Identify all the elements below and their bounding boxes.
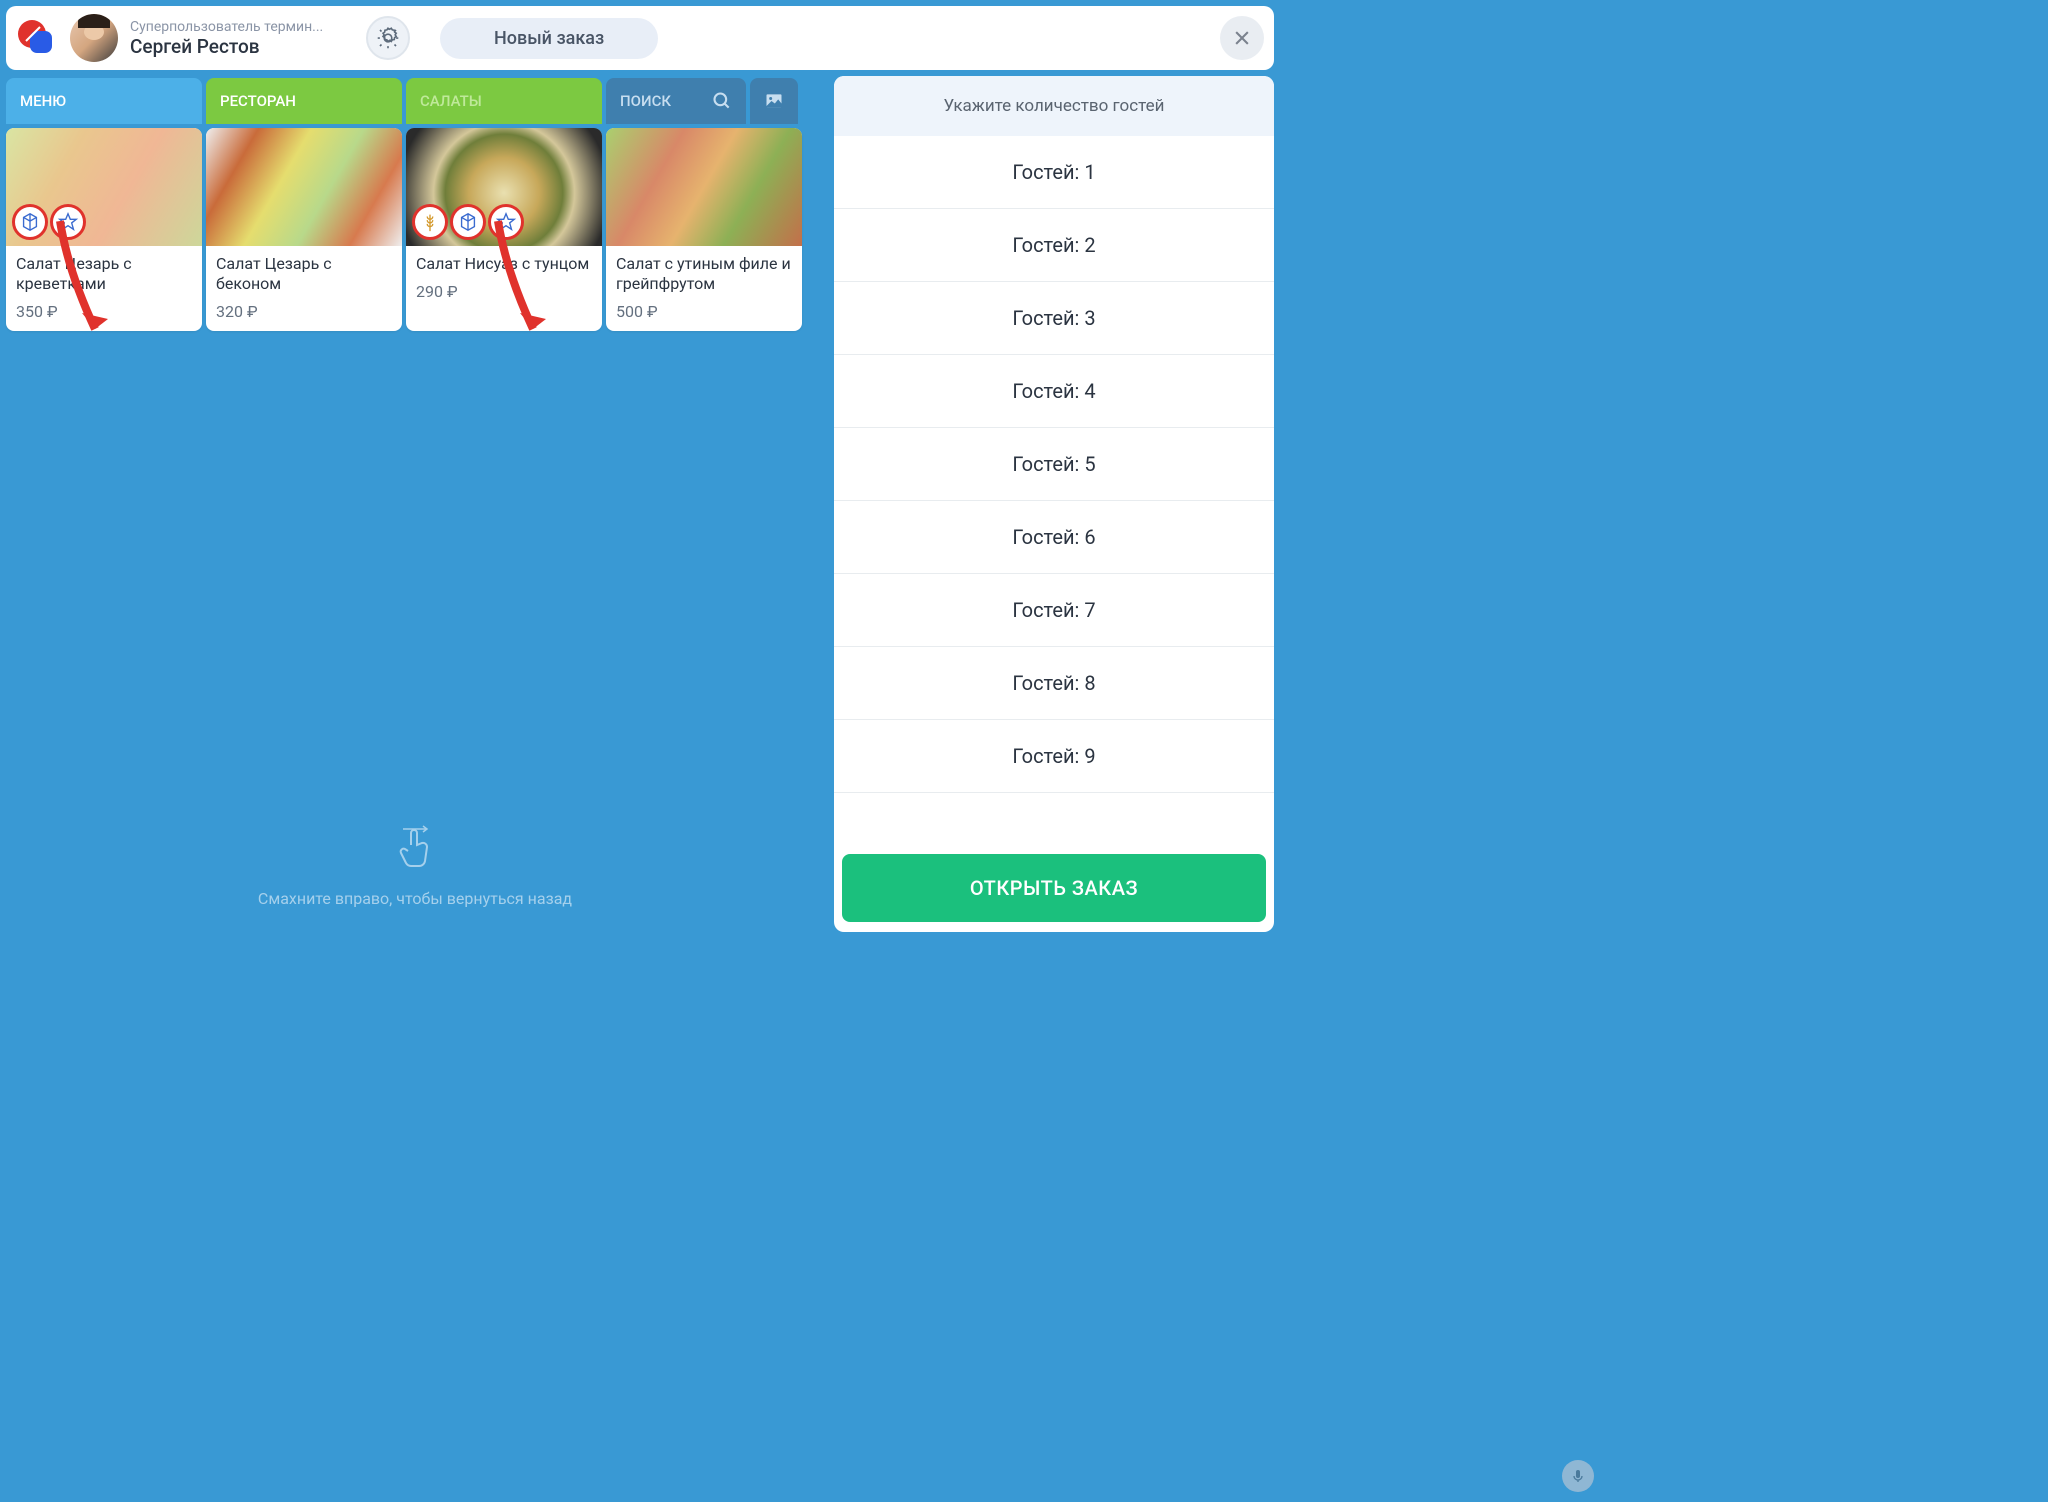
menu-item-price: 500 ₽ <box>616 302 792 321</box>
swipe-hint: Смахните вправо, чтобы вернуться назад <box>4 825 826 938</box>
close-button[interactable] <box>1220 16 1264 60</box>
app-header: Суперпользователь термин... Сергей Ресто… <box>6 6 1274 70</box>
image-toggle-button[interactable] <box>750 78 798 124</box>
open-order-button[interactable]: ОТКРЫТЬ ЗАКАЗ <box>842 854 1266 922</box>
user-name: Сергей Рестов <box>130 35 350 58</box>
tab-restaurant[interactable]: РЕСТОРАН <box>206 78 402 124</box>
swipe-hint-text: Смахните вправо, чтобы вернуться назад <box>258 889 572 908</box>
guest-option[interactable]: Гостей: 7 <box>834 574 1274 647</box>
settings-button[interactable] <box>366 16 410 60</box>
guest-option[interactable]: Гостей: 9 <box>834 720 1274 793</box>
menu-item-card[interactable]: Салат с утиным филе и грейпфрутом 500 ₽ <box>606 128 802 331</box>
tab-salads[interactable]: САЛАТЫ <box>406 78 602 124</box>
menu-item-title: Салат Цезарь с креветками <box>16 254 192 294</box>
guest-option[interactable]: Гостей: 4 <box>834 355 1274 428</box>
menu-item-image <box>206 128 402 246</box>
menu-item-price: 350 ₽ <box>16 302 192 321</box>
swipe-icon <box>397 825 433 869</box>
menu-item-title: Салат с утиным филе и грейпфрутом <box>616 254 792 294</box>
search-icon <box>712 91 732 111</box>
menu-item-price: 320 ₽ <box>216 302 392 321</box>
breadcrumb-tabs: МЕНЮ РЕСТОРАН САЛАТЫ ПОИСК <box>6 78 826 124</box>
search-tab[interactable]: ПОИСК <box>606 78 746 124</box>
guest-option[interactable]: Гостей: 3 <box>834 282 1274 355</box>
guests-header: Укажите количество гостей <box>834 76 1274 136</box>
menu-item-card[interactable]: Салат Цезарь с беконом 320 ₽ <box>206 128 402 331</box>
guest-option[interactable]: Гостей: 2 <box>834 209 1274 282</box>
menu-item-card[interactable]: Салат Цезарь с креветками 350 ₽ <box>6 128 202 331</box>
menu-item-price: 290 ₽ <box>416 282 592 301</box>
app-logo <box>16 17 58 59</box>
image-icon <box>764 90 784 112</box>
avatar[interactable] <box>70 14 118 62</box>
guest-option[interactable]: Гостей: 1 <box>834 136 1274 209</box>
user-role: Суперпользователь термин... <box>130 19 350 35</box>
tab-menu[interactable]: МЕНЮ <box>6 78 202 124</box>
guest-option[interactable]: Гостей: 6 <box>834 501 1274 574</box>
new-order-button[interactable]: Новый заказ <box>440 18 658 59</box>
guest-option[interactable]: Гостей: 5 <box>834 428 1274 501</box>
cube-icon <box>12 204 48 240</box>
menu-item-card[interactable]: Салат Нисуаз с тунцом 290 ₽ <box>406 128 602 331</box>
menu-item-image <box>606 128 802 246</box>
menu-item-title: Салат Цезарь с беконом <box>216 254 392 294</box>
guest-list: Гостей: 1 Гостей: 2 Гостей: 3 Гостей: 4 … <box>834 136 1274 846</box>
menu-panel: МЕНЮ РЕСТОРАН САЛАТЫ ПОИСК <box>0 76 830 938</box>
star-icon <box>488 204 524 240</box>
menu-item-image <box>6 128 202 246</box>
user-info: Суперпользователь термин... Сергей Ресто… <box>130 19 350 58</box>
menu-item-title: Салат Нисуаз с тунцом <box>416 254 592 274</box>
microphone-button[interactable] <box>1562 1460 1594 1492</box>
guests-panel: Укажите количество гостей Гостей: 1 Гост… <box>834 76 1274 932</box>
star-icon <box>50 204 86 240</box>
menu-item-image <box>406 128 602 246</box>
wheat-icon <box>412 204 448 240</box>
cube-icon <box>450 204 486 240</box>
microphone-icon <box>1570 1468 1586 1484</box>
guest-option[interactable]: Гостей: 8 <box>834 647 1274 720</box>
search-label: ПОИСК <box>620 92 671 110</box>
